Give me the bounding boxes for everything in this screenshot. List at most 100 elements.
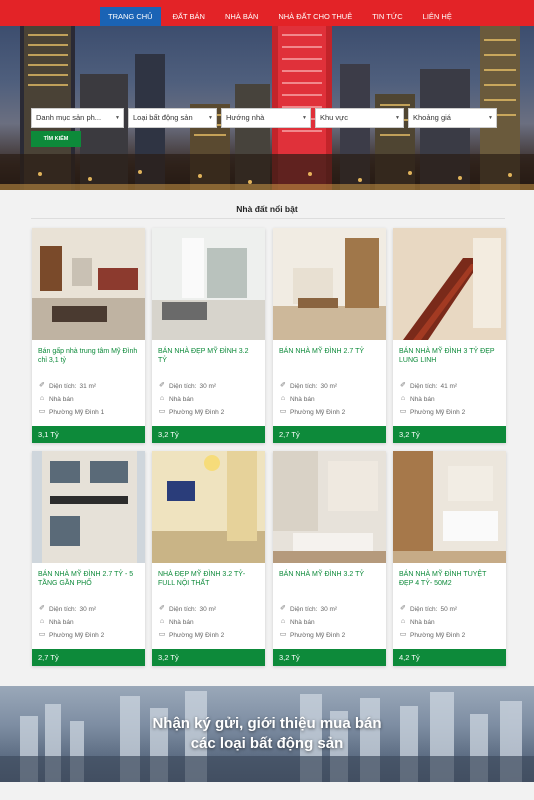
listing-card[interactable]: BÁN NHÀ MỸ ĐÌNH 3 TỶ ĐẸP LUNG LINH ✐ Diện…: [393, 228, 506, 443]
home-icon: ⌂: [39, 618, 45, 625]
location-value: Phường Mỹ Đình 2: [290, 631, 346, 639]
listing-card[interactable]: Bán gấp nhà trung tâm Mỹ Đình chỉ 3,1 tỷ…: [32, 228, 145, 443]
area-label: Diện tích:: [290, 605, 318, 613]
area-label: Diện tích:: [410, 605, 438, 613]
listing-title[interactable]: BÁN NHÀ MỸ ĐÌNH 2.7 TỶ: [279, 347, 380, 356]
listing-price: 3,2 Tỷ: [152, 649, 265, 666]
section-divider: [31, 218, 505, 219]
listing-location: ▭ Phường Mỹ Đình 2: [399, 631, 466, 639]
listing-photo[interactable]: [152, 228, 265, 340]
listing-photo[interactable]: [32, 228, 145, 340]
listing-location: ▭ Phường Mỹ Đình 2: [279, 631, 346, 639]
map-icon: ▭: [158, 631, 166, 638]
listing-type: ⌂ Nhà bán: [158, 618, 194, 626]
listing-photo[interactable]: [393, 451, 506, 563]
listing-price: 3,2 Tỷ: [152, 426, 265, 443]
nav-item-for-rent[interactable]: NHÀ ĐẤT CHO THUÊ: [270, 7, 360, 26]
listing-title[interactable]: BÁN NHÀ ĐẸP MỸ ĐÌNH 3.2 TỶ: [158, 347, 259, 365]
ruler-icon: ✐: [39, 605, 45, 612]
nav-item-home[interactable]: TRANG CHỦ: [100, 7, 161, 26]
listing-type: ⌂ Nhà bán: [38, 618, 74, 626]
listing-area: ✐ Diện tích: 30 m²: [158, 605, 216, 613]
listing-card[interactable]: BÁN NHÀ MỸ ĐÌNH TUYỆT ĐẸP 4 TỶ- 50M2 ✐ Di…: [393, 451, 506, 666]
listing-area: ✐ Diện tích: 30 m²: [279, 382, 337, 390]
home-icon: ⌂: [39, 395, 45, 402]
area-value: 31 m²: [79, 382, 97, 390]
listing-area: ✐ Diện tích: 41 m²: [399, 382, 457, 390]
map-icon: ▭: [279, 408, 287, 415]
ruler-icon: ✐: [400, 605, 406, 612]
main-nav: TRANG CHỦ ĐẤT BÁN NHÀ BÁN NHÀ ĐẤT CHO TH…: [100, 7, 460, 26]
listing-area: ✐ Diện tích: 30 m²: [38, 605, 96, 613]
home-icon: ⌂: [280, 618, 286, 625]
listing-location: ▭ Phường Mỹ Đình 2: [158, 631, 225, 639]
listing-location: ▭ Phường Mỹ Đình 2: [38, 631, 105, 639]
listing-type: ⌂ Nhà bán: [399, 618, 435, 626]
listing-title[interactable]: BÁN NHÀ MỸ ĐÌNH TUYỆT ĐẸP 4 TỶ- 50M2: [399, 570, 500, 588]
listing-price: 2,7 Tỷ: [32, 649, 145, 666]
home-icon: ⌂: [400, 395, 406, 402]
nav-item-land-for-sale[interactable]: ĐẤT BÁN: [165, 7, 213, 26]
category-select-value: Danh mục sản ph...: [36, 113, 102, 122]
listing-title[interactable]: Bán gấp nhà trung tâm Mỹ Đình chỉ 3,1 tỷ: [38, 347, 139, 365]
listing-title[interactable]: BÁN NHÀ MỸ ĐÌNH 2.7 TỶ - 5 TẦNG GẦN PHỐ: [38, 570, 139, 588]
listing-price: 4,2 Tỷ: [393, 649, 506, 666]
listing-title[interactable]: NHÀ ĐẸP MỸ ĐÌNH 3.2 TỶ- FULL NỘI THẤT: [158, 570, 259, 588]
area-value: 50 m²: [440, 605, 458, 613]
area-label: Diện tích:: [169, 605, 197, 613]
area-value: 30 m²: [199, 605, 217, 613]
listing-area: ✐ Diện tích: 50 m²: [399, 605, 457, 613]
section-title: Nhà đất nổi bật: [236, 204, 298, 214]
area-value: 30 m²: [79, 605, 97, 613]
price-range-select[interactable]: Khoảng giá ▼: [408, 108, 497, 128]
listing-price: 3,1 Tỷ: [32, 426, 145, 443]
location-value: Phường Mỹ Đình 2: [169, 408, 225, 416]
type-value: Nhà bán: [290, 395, 315, 403]
search-filters: Danh mục sản ph... ▼ Loại bất động sản ▼…: [31, 108, 497, 128]
type-value: Nhà bán: [169, 618, 194, 626]
listing-price: 3,2 Tỷ: [393, 426, 506, 443]
listing-card[interactable]: BÁN NHÀ MỸ ĐÌNH 2.7 TỶ ✐ Diện tích: 30 m² …: [273, 228, 386, 443]
nav-item-contact[interactable]: LIÊN HỆ: [415, 7, 460, 26]
nav-item-news[interactable]: TIN TỨC: [364, 7, 410, 26]
listing-area: ✐ Diện tích: 30 m²: [158, 382, 216, 390]
chevron-down-icon: ▼: [115, 115, 120, 121]
nav-item-house-for-sale[interactable]: NHÀ BÁN: [217, 7, 266, 26]
banner-line-2: các loại bất động sản: [190, 735, 344, 752]
price-range-select-value: Khoảng giá: [413, 113, 451, 122]
top-nav-bar: TRANG CHỦ ĐẤT BÁN NHÀ BÁN NHÀ ĐẤT CHO TH…: [0, 0, 534, 26]
area-value: 41 m²: [440, 382, 458, 390]
listing-title[interactable]: BÁN NHÀ MỸ ĐÌNH 3.2 TỶ: [279, 570, 380, 579]
ruler-icon: ✐: [400, 382, 406, 389]
location-value: Phường Mỹ Đình 2: [49, 631, 105, 639]
area-label: Diện tích:: [49, 382, 77, 390]
direction-select[interactable]: Hướng nhà ▼: [221, 108, 311, 128]
location-value: Phường Mỹ Đình 2: [169, 631, 225, 639]
banner-heading: Nhận ký gửi, giới thiệu mua bán các loại…: [0, 714, 534, 754]
listing-card[interactable]: BÁN NHÀ MỸ ĐÌNH 2.7 TỶ - 5 TẦNG GẦN PHỐ …: [32, 451, 145, 666]
listing-card[interactable]: BÁN NHÀ ĐẸP MỸ ĐÌNH 3.2 TỶ ✐ Diện tích: 30…: [152, 228, 265, 443]
listing-photo[interactable]: [273, 451, 386, 563]
listing-title[interactable]: BÁN NHÀ MỸ ĐÌNH 3 TỶ ĐẸP LUNG LINH: [399, 347, 500, 365]
type-value: Nhà bán: [49, 618, 74, 626]
chevron-down-icon: ▼: [395, 115, 400, 121]
listing-photo[interactable]: [32, 451, 145, 563]
property-type-select-value: Loại bất động sản: [133, 113, 193, 122]
category-select[interactable]: Danh mục sản ph... ▼: [31, 108, 124, 128]
area-value: 30 m²: [320, 605, 338, 613]
type-value: Nhà bán: [410, 395, 435, 403]
chevron-down-icon: ▼: [302, 115, 307, 121]
listing-card[interactable]: NHÀ ĐẸP MỸ ĐÌNH 3.2 TỶ- FULL NỘI THẤT ✐ D…: [152, 451, 265, 666]
area-label: Diện tích:: [290, 382, 318, 390]
listing-photo[interactable]: [273, 228, 386, 340]
property-type-select[interactable]: Loại bất động sản ▼: [128, 108, 217, 128]
listing-card[interactable]: BÁN NHÀ MỸ ĐÌNH 3.2 TỶ ✐ Diện tích: 30 m² …: [273, 451, 386, 666]
home-icon: ⌂: [159, 618, 165, 625]
listing-price: 2,7 Tỷ: [273, 426, 386, 443]
area-label: Diện tích:: [49, 605, 77, 613]
search-button[interactable]: TÌM KIẾM: [31, 131, 81, 147]
area-select[interactable]: Khu vực ▼: [315, 108, 404, 128]
listing-photo[interactable]: [152, 451, 265, 563]
listing-photo[interactable]: [393, 228, 506, 340]
city-skyline-image: [0, 24, 534, 190]
